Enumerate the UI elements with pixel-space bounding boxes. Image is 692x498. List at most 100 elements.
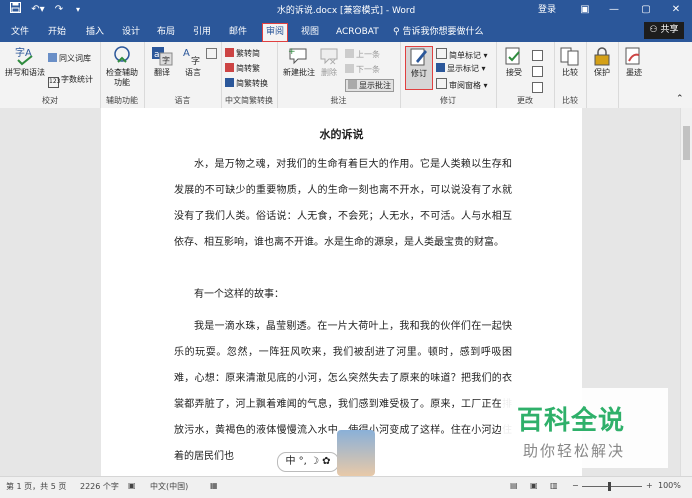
translate-icon: a字 xyxy=(152,47,173,66)
delete-comment-button[interactable]: ✕ 删除 xyxy=(319,46,339,78)
print-layout-icon[interactable]: ▣ xyxy=(530,481,538,490)
ribbon: 字A 拼写和语法 同义词库 123字数统计 校对 检查辅助功能 辅助功能 a字 … xyxy=(0,42,692,109)
next-change-icon[interactable] xyxy=(532,82,545,93)
thesaurus-button[interactable]: 同义词库 xyxy=(48,53,91,64)
compare-button[interactable]: 比较 xyxy=(558,46,582,78)
tab-acrobat[interactable]: ACROBAT xyxy=(336,23,379,41)
title-bar: ↶▾ ↷ ▾ 水的诉说.docx [兼容模式] - Word 登录 ▣ — ▢ … xyxy=(0,0,692,20)
group-tracking: 修订 简单标记 ▾ 显示标记 ▾ 审阅窗格 ▾ 修订 xyxy=(400,42,497,108)
tell-me-search[interactable]: ⚲ 告诉我你想要做什么 xyxy=(393,23,483,41)
traditional-icon xyxy=(225,63,234,72)
check-accessibility-button[interactable]: 检查辅助功能 xyxy=(104,46,140,88)
show-markup-dropdown[interactable]: 显示标记 ▾ xyxy=(436,63,486,74)
accept-icon xyxy=(505,47,520,65)
tab-insert[interactable]: 插入 xyxy=(86,23,104,41)
markup-dropdown[interactable]: 简单标记 ▾ xyxy=(436,48,488,60)
svg-text:a: a xyxy=(154,50,160,60)
svg-text:A: A xyxy=(183,48,190,59)
tab-design[interactable]: 设计 xyxy=(122,23,140,41)
simplified-icon xyxy=(225,48,234,57)
convert-icon xyxy=(225,78,234,87)
watermark-title: 百科全说 xyxy=(517,406,626,436)
watermark-subtitle: 助你轻松解决 xyxy=(523,442,626,460)
zoom-slider-thumb[interactable] xyxy=(608,482,611,491)
next-comment-button[interactable]: 下一条 xyxy=(345,64,380,75)
zoom-slider[interactable] xyxy=(582,486,642,487)
maximize-button[interactable]: ▢ xyxy=(638,2,654,18)
spelling-button[interactable]: 字A 拼写和语法 xyxy=(3,46,47,78)
review-pane-icon xyxy=(436,78,447,89)
tab-references[interactable]: 引用 xyxy=(193,23,211,41)
web-layout-icon[interactable]: ▥ xyxy=(550,481,558,490)
ribbon-display-icon[interactable]: ▣ xyxy=(578,2,592,18)
group-compare: 比较 比较 xyxy=(554,42,587,108)
minimize-button[interactable]: — xyxy=(606,2,622,18)
previous-comment-button[interactable]: 上一条 xyxy=(345,49,380,60)
watermark: 百科全说 助你轻松解决 xyxy=(501,388,668,468)
new-comment-icon: + xyxy=(288,47,307,65)
proofing-status-icon[interactable]: ▣ xyxy=(128,481,136,490)
ink-button[interactable]: 墨迹 xyxy=(622,46,646,78)
zoom-level[interactable]: 100% xyxy=(658,481,681,490)
markup-icon xyxy=(436,48,447,59)
translate-button[interactable]: a字 翻译 xyxy=(147,46,177,78)
reject-icon[interactable] xyxy=(532,50,545,61)
language-button[interactable]: A字 语言 xyxy=(178,46,208,78)
review-pane-dropdown[interactable]: 审阅窗格 ▾ xyxy=(436,78,488,90)
show-comments-icon xyxy=(348,80,357,89)
group-changes: 接受 更改 xyxy=(496,42,555,108)
language-status[interactable]: 中文(中国) xyxy=(150,481,188,492)
language-icon: A字 xyxy=(183,48,200,66)
zoom-out-icon[interactable]: − xyxy=(572,481,579,490)
macro-icon[interactable]: ▦ xyxy=(210,481,218,490)
close-button[interactable]: ✕ xyxy=(668,2,684,18)
zoom-in-icon[interactable]: + xyxy=(646,481,653,490)
vertical-scrollbar[interactable] xyxy=(680,108,692,476)
accessibility-icon xyxy=(114,46,130,63)
group-language: a字 翻译 A字 语言 语言 xyxy=(144,42,222,108)
to-traditional-button[interactable]: 简转繁 xyxy=(225,63,260,74)
count-icon: 123 xyxy=(48,77,60,88)
accept-button[interactable]: 接受 xyxy=(500,46,528,78)
paragraph-1: 水，是万物之魂，对我们的生命有着巨大的作用。它是人类赖以生存和发展的不可缺少的重… xyxy=(174,159,512,248)
tab-view[interactable]: 视图 xyxy=(301,23,319,41)
compare-icon xyxy=(560,47,579,66)
new-comment-button[interactable]: + 新建批注 xyxy=(280,46,318,78)
ime-toolbar[interactable]: 中 °, ☽ ✿ xyxy=(277,452,339,472)
to-simplified-button[interactable]: 繁转简 xyxy=(225,48,260,59)
ribbon-tabs: 文件 开始 插入 设计 布局 引用 邮件 审阅 视图 ACROBAT ⚲ 告诉我… xyxy=(0,20,692,42)
show-comments-button[interactable]: 显示批注 xyxy=(345,79,394,92)
collapse-ribbon-icon[interactable]: ⌃ xyxy=(676,94,684,105)
tab-file[interactable]: 文件 xyxy=(11,23,29,41)
svg-text:字: 字 xyxy=(162,55,170,65)
word-count[interactable]: 2226 个字 xyxy=(80,481,119,492)
scrollbar-thumb[interactable] xyxy=(683,126,690,160)
status-bar: 第 1 页，共 5 页 2226 个字 ▣ 中文(中国) ▦ ▤ ▣ ▥ − +… xyxy=(0,476,692,498)
group-chinese-conversion: 繁转简 简转繁 简繁转换 中文简繁转换 xyxy=(221,42,278,108)
group-protect: 保护 xyxy=(586,42,619,108)
delete-comment-icon: ✕ xyxy=(320,48,338,66)
share-button[interactable]: ⚇ 共享 xyxy=(644,22,684,39)
protect-button[interactable]: 保护 xyxy=(590,46,614,78)
word-count-button[interactable]: 123字数统计 xyxy=(48,74,93,88)
svg-text:字: 字 xyxy=(191,55,200,66)
tab-review[interactable]: 审阅 xyxy=(262,23,289,42)
page-count[interactable]: 第 1 页，共 5 页 xyxy=(6,481,66,492)
tab-home[interactable]: 开始 xyxy=(48,23,66,41)
convert-button[interactable]: 简繁转换 xyxy=(225,78,268,89)
lock-icon xyxy=(594,47,610,66)
read-mode-icon[interactable]: ▤ xyxy=(510,481,518,490)
next-icon xyxy=(345,64,354,73)
track-changes-button[interactable]: 修订 xyxy=(405,46,433,90)
svg-text:✕: ✕ xyxy=(329,58,337,66)
track-changes-icon xyxy=(410,48,427,66)
pen-icon xyxy=(625,47,640,65)
show-markup-icon xyxy=(436,63,445,72)
tab-layout[interactable]: 布局 xyxy=(157,23,175,41)
login-button[interactable]: 登录 xyxy=(536,2,558,18)
previous-icon xyxy=(345,49,354,58)
previous-change-icon[interactable] xyxy=(532,66,545,77)
tab-mailings[interactable]: 邮件 xyxy=(229,23,247,41)
group-comments: + 新建批注 ✕ 删除 上一条 下一条 显示批注 批注 xyxy=(277,42,401,108)
language-extra-icon[interactable] xyxy=(206,48,219,59)
